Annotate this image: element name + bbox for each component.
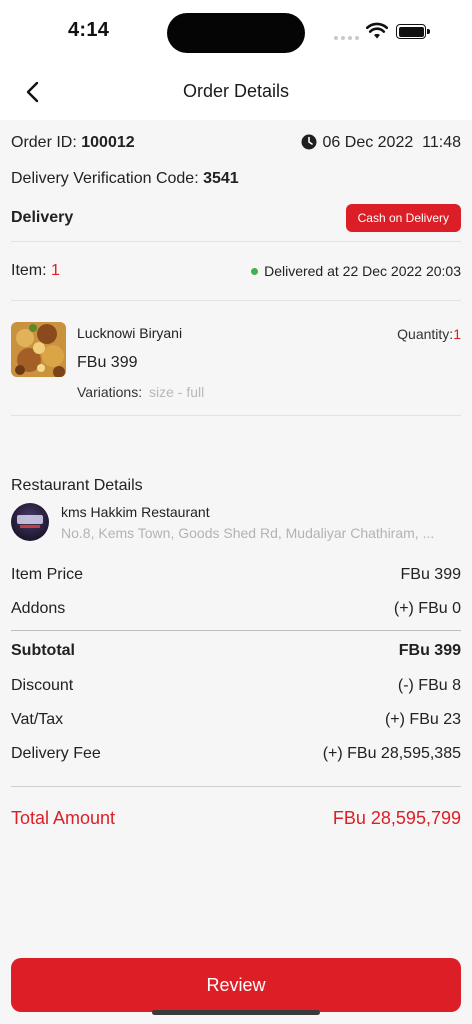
total-amount-row: Total Amount FBu 28,595,799 bbox=[11, 808, 461, 829]
discount-label: Discount bbox=[11, 677, 74, 694]
delivered-text: Delivered at 22 Dec 2022 20:03 bbox=[264, 263, 461, 279]
item-price-row: Item Price FBu 399 bbox=[11, 566, 461, 584]
verification-code-row: Delivery Verification Code: 3541 bbox=[11, 170, 239, 188]
divider bbox=[11, 241, 461, 242]
dynamic-island bbox=[167, 13, 305, 53]
item-count: Item: 1 bbox=[11, 262, 60, 280]
restaurant-logo-image bbox=[17, 515, 43, 528]
delivery-fee-row: Delivery Fee (+) FBu 28,595,385 bbox=[11, 745, 461, 763]
divider bbox=[11, 630, 461, 631]
delivery-type-label: Delivery bbox=[11, 209, 74, 226]
vat-label: Vat/Tax bbox=[11, 711, 64, 728]
home-indicator bbox=[152, 1010, 320, 1015]
addons-row: Addons (+) FBu 0 bbox=[11, 600, 461, 618]
order-date: 06 Dec 2022 bbox=[322, 134, 414, 151]
review-button[interactable]: Review bbox=[11, 958, 461, 1012]
vat-value: (+) FBu 23 bbox=[384, 711, 461, 728]
payment-method-badge: Cash on Delivery bbox=[345, 204, 461, 232]
variations-value: size - full bbox=[149, 384, 205, 400]
discount-row: Discount (-) FBu 8 bbox=[11, 677, 461, 695]
status-bar: 4:14 bbox=[0, 0, 472, 64]
app-header: Order Details bbox=[0, 64, 472, 120]
cellular-signal-icon bbox=[334, 36, 359, 40]
food-image bbox=[11, 322, 66, 377]
item-label: Item: bbox=[11, 262, 47, 279]
restaurant-section-title: Restaurant Details bbox=[11, 477, 143, 494]
battery-icon bbox=[396, 24, 430, 39]
discount-value: (-) FBu 8 bbox=[397, 677, 461, 694]
addons-label: Addons bbox=[11, 600, 66, 617]
product-quantity: Quantity:1 bbox=[397, 326, 461, 342]
order-id-row: Order ID: 100012 06 Dec 2022 11:48 bbox=[11, 134, 461, 152]
restaurant-logo bbox=[11, 503, 49, 541]
variations-label: Variations: bbox=[77, 384, 143, 400]
divider bbox=[11, 786, 461, 787]
divider bbox=[11, 415, 461, 416]
wifi-icon bbox=[366, 22, 388, 39]
divider bbox=[11, 300, 461, 301]
item-count-value: 1 bbox=[51, 262, 60, 279]
item-status-row: Item: 1 Delivered at 22 Dec 2022 20:03 bbox=[11, 262, 461, 280]
order-id: Order ID: 100012 bbox=[11, 134, 135, 152]
order-id-label: Order ID: bbox=[11, 134, 77, 151]
total-label: Total Amount bbox=[11, 808, 116, 828]
order-datetime: 06 Dec 2022 11:48 bbox=[301, 134, 461, 152]
quantity-label: Quantity: bbox=[397, 326, 454, 342]
product-variations: Variations: size - full bbox=[77, 384, 204, 400]
item-price-value: FBu 399 bbox=[400, 566, 461, 583]
subtotal-label: Subtotal bbox=[11, 642, 75, 659]
total-value: FBu 28,595,799 bbox=[332, 808, 461, 828]
delivery-status: Delivered at 22 Dec 2022 20:03 bbox=[251, 263, 461, 279]
verification-label: Delivery Verification Code: bbox=[11, 170, 199, 187]
product-card[interactable]: Lucknowi Biryani FBu 399 Variations: siz… bbox=[11, 320, 461, 410]
page-title: Order Details bbox=[182, 81, 290, 101]
restaurant-name[interactable]: kms Hakkim Restaurant bbox=[61, 504, 210, 520]
subtotal-value: FBu 399 bbox=[398, 642, 461, 659]
status-dot-icon bbox=[251, 268, 259, 275]
status-time: 4:14 bbox=[68, 19, 110, 41]
order-id-value: 100012 bbox=[81, 134, 135, 151]
product-name: Lucknowi Biryani bbox=[77, 325, 183, 341]
product-price: FBu 399 bbox=[77, 354, 138, 371]
restaurant-address: No.8, Kems Town, Goods Shed Rd, Mudaliya… bbox=[61, 525, 435, 541]
addons-value: (+) FBu 0 bbox=[393, 600, 461, 617]
quantity-value: 1 bbox=[453, 326, 461, 342]
delivery-row: Delivery Cash on Delivery bbox=[11, 204, 461, 232]
item-price-label: Item Price bbox=[11, 566, 84, 583]
vat-row: Vat/Tax (+) FBu 23 bbox=[11, 711, 461, 729]
subtotal-row: Subtotal FBu 399 bbox=[11, 642, 461, 660]
delivery-fee-label: Delivery Fee bbox=[11, 745, 101, 762]
delivery-fee-value: (+) FBu 28,595,385 bbox=[322, 745, 461, 762]
order-time: 11:48 bbox=[422, 134, 461, 151]
verification-code: 3541 bbox=[203, 170, 239, 187]
clock-icon bbox=[301, 134, 317, 150]
